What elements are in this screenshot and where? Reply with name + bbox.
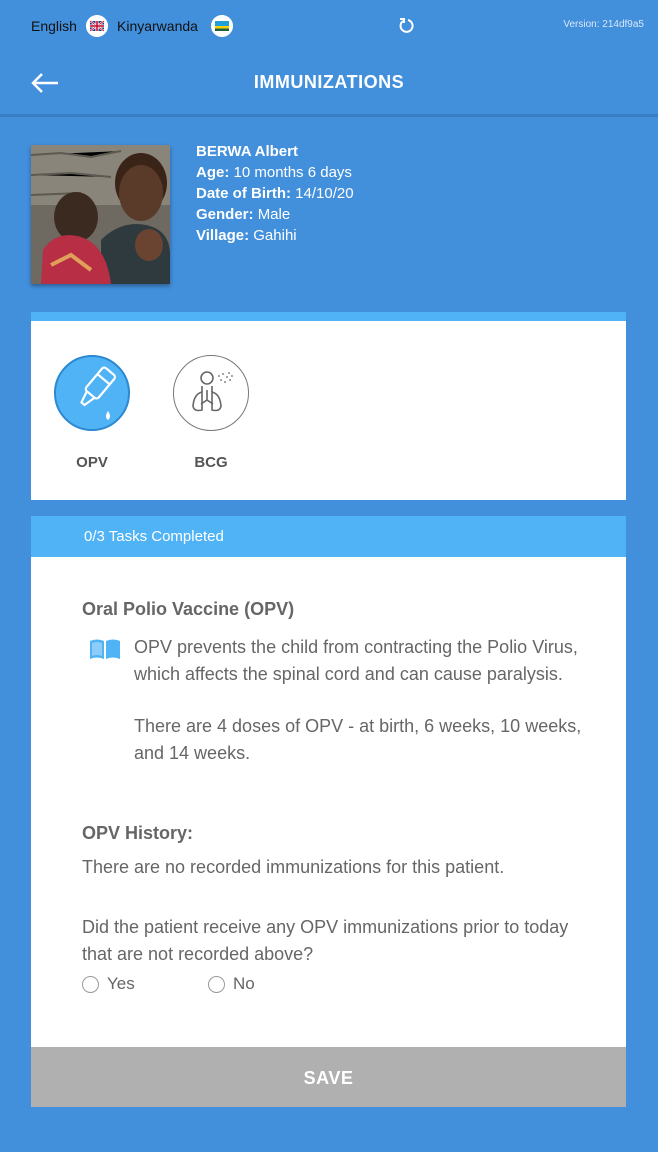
age-value: 10 months 6 days <box>233 164 352 181</box>
tasks-status-bar: 0/3 Tasks Completed <box>31 516 626 557</box>
patient-photo <box>30 145 170 284</box>
refresh-icon[interactable] <box>397 16 417 36</box>
top-bar: English Kinyarwanda Version: 214df9a5 <box>0 0 658 52</box>
vaccine-bcg-button[interactable] <box>173 355 249 431</box>
vaccine-selector: OPV BCG <box>31 312 626 500</box>
patient-name: BERWA Albert <box>196 143 298 160</box>
vaccine-description: OPV prevents the child from contracting … <box>134 634 584 792</box>
radio-no-label: No <box>233 974 255 993</box>
radio-yes-label: Yes <box>107 974 135 993</box>
dob-value: 14/10/20 <box>295 185 354 202</box>
description-paragraph: OPV prevents the child from contracting … <box>134 637 578 684</box>
tasks-status-text: 0/3 Tasks Completed <box>84 528 224 545</box>
radio-no[interactable]: No <box>208 974 255 994</box>
age-label: Age: <box>196 164 230 181</box>
vaccine-bcg-label: BCG <box>194 454 228 471</box>
radio-circle[interactable] <box>82 976 99 993</box>
vaccine-info-panel: Oral Polio Vaccine (OPV) OPV prevents th… <box>31 557 626 1047</box>
village-value: Gahihi <box>253 227 297 244</box>
history-text: There are no recorded immunizations for … <box>82 857 505 877</box>
gender-label: Gender: <box>196 206 254 223</box>
app-header: IMMUNIZATIONS <box>0 52 658 117</box>
vaccine-opv-label: OPV <box>76 454 108 471</box>
prior-immunization-question: Did the patient receive any OPV immuniza… <box>82 917 569 964</box>
village-label: Village: <box>196 227 250 244</box>
patient-info: BERWA Albert Age: 10 months 6 days Date … <box>196 141 354 246</box>
radio-circle[interactable] <box>208 976 225 993</box>
page-title: IMMUNIZATIONS <box>253 72 405 92</box>
vaccine-opv-button[interactable] <box>54 355 130 431</box>
dropper-icon <box>56 366 128 433</box>
gender-value: Male <box>257 206 291 223</box>
rwanda-flag-icon[interactable] <box>211 15 233 37</box>
description-paragraph: There are 4 doses of OPV - at birth, 6 w… <box>134 716 582 763</box>
dob-label: Date of Birth: <box>196 185 291 202</box>
save-button[interactable]: SAVE <box>31 1047 626 1107</box>
lungs-icon <box>174 371 247 433</box>
uk-flag-icon[interactable] <box>86 15 108 37</box>
history-title: OPV History: <box>82 823 194 843</box>
language-english[interactable]: English <box>31 18 77 34</box>
book-icon <box>88 637 122 661</box>
radio-yes[interactable]: Yes <box>82 974 135 994</box>
version-label: Version: 214df9a5 <box>563 19 644 30</box>
vaccine-title: Oral Polio Vaccine (OPV) <box>82 599 295 619</box>
language-kinyarwanda[interactable]: Kinyarwanda <box>117 18 198 34</box>
